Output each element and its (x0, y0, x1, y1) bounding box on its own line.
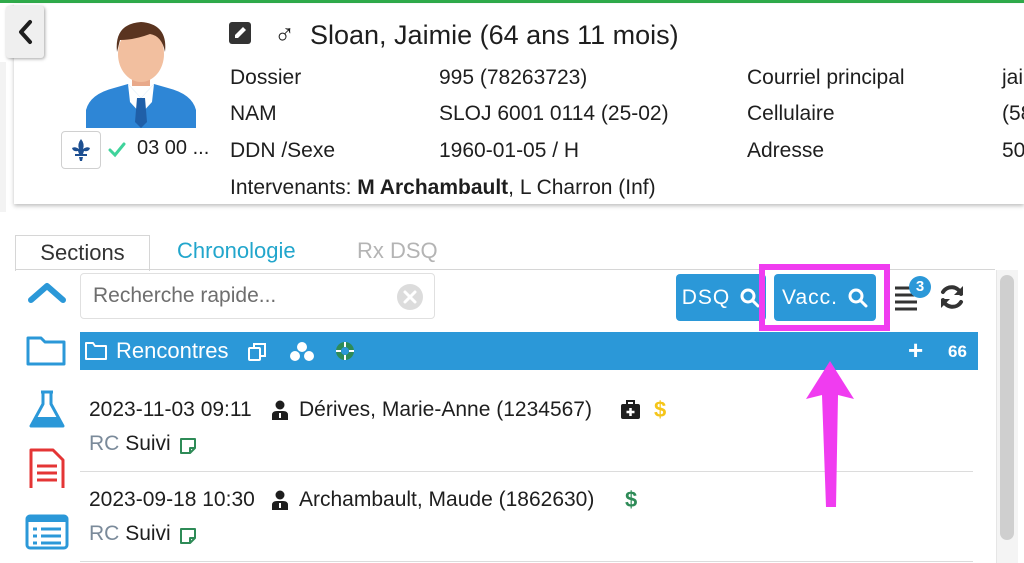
medical-bag-icon (621, 400, 640, 419)
address-label: Adresse (747, 139, 825, 162)
encounter-type: RC Suivi (89, 432, 171, 456)
encounter-type-label: Suivi (125, 522, 171, 545)
refresh-icon[interactable] (938, 283, 966, 311)
vacc-highlight-box (759, 264, 890, 331)
patient-avatar-icon (86, 22, 196, 128)
encounter-type: RC Suivi (89, 522, 171, 546)
intervenants-line: Intervenants: M Archambault, L Charron (… (230, 175, 656, 201)
encounter-rc: RC (89, 432, 120, 455)
patient-name: Sloan, Jaimie (64 ans 11 mois) (310, 20, 679, 50)
document-icon[interactable] (25, 448, 69, 488)
intervenants-others: , L Charron (Inf) (508, 176, 656, 199)
top-status-border (0, 0, 1024, 3)
quebec-fleur-de-lis-badge[interactable] (61, 131, 101, 169)
intervenant-primary: M Archambault (357, 176, 509, 199)
check-icon (108, 142, 126, 158)
quick-search-box (80, 273, 435, 319)
cellphone-value: (581 (1002, 102, 1024, 125)
copy-icon[interactable] (247, 342, 267, 362)
edit-icon[interactable] (228, 21, 252, 45)
email-value: jain (1002, 66, 1024, 89)
ramq-expiry-short: 03 00 ... (137, 137, 210, 159)
annotation-arrow-icon (806, 361, 854, 507)
encounter-provider: Archambault, Maude (1862630) (299, 488, 595, 511)
clear-search-icon[interactable] (395, 282, 425, 312)
billing-dollar-yellow[interactable]: $ (654, 397, 666, 423)
dsq-search-button[interactable]: DSQ (676, 274, 766, 321)
scrollbar-thumb[interactable] (1000, 275, 1014, 540)
email-label: Courriel principal (747, 66, 905, 89)
rencontres-title: Rencontres (116, 338, 229, 363)
lifebuoy-icon[interactable] (335, 341, 355, 361)
chevron-left-icon (19, 20, 32, 44)
billing-dollar-green[interactable]: $ (625, 487, 637, 513)
rencontres-count: 66 (948, 342, 967, 361)
fleur-de-lis-icon (72, 139, 90, 161)
user-doctor-icon (272, 400, 288, 420)
dossier-value: 995 (78263723) (439, 66, 588, 89)
ddn-sex-label: DDN /Sexe (230, 139, 336, 162)
left-rail (0, 62, 6, 212)
folder-icon[interactable] (25, 330, 69, 370)
encounter-provider: Dérives, Marie-Anne (1234567) (299, 398, 592, 421)
chevron-up-icon[interactable] (25, 274, 69, 314)
task-count-badge: 3 (909, 276, 931, 298)
note-icon[interactable] (179, 527, 197, 545)
address-value: 500 (1002, 139, 1024, 162)
patient-header-card: 03 00 ... ♂ Sloan, Jaimie (64 ans 11 moi… (14, 4, 1024, 204)
dsq-button-label: DSQ (681, 285, 731, 309)
group-icon[interactable] (289, 341, 315, 363)
nam-label: NAM (230, 102, 277, 125)
encounter-rc: RC (89, 522, 120, 545)
nam-value: SLOJ 6001 0114 (25-02) (439, 102, 669, 125)
dossier-label: Dossier (230, 66, 302, 89)
intervenants-label: Intervenants: (230, 176, 358, 199)
male-sign-icon: ♂ (274, 19, 295, 50)
add-rencontre-button[interactable]: + (908, 336, 923, 364)
list-icon[interactable] (25, 512, 69, 552)
ddn-sex-value: 1960-01-05 / H (439, 139, 580, 162)
user-doctor-icon (272, 490, 288, 510)
tab-rx-dsq[interactable]: Rx DSQ (357, 238, 438, 264)
encounter-type-label: Suivi (125, 432, 171, 455)
encounter-datetime: 2023-09-18 10:30 (89, 488, 255, 511)
back-button[interactable] (6, 6, 44, 58)
search-icon (740, 288, 760, 307)
folder-open-icon (85, 342, 107, 360)
tab-sections[interactable]: Sections (15, 235, 150, 271)
quick-search-input[interactable] (93, 280, 393, 312)
encounter-datetime: 2023-11-03 09:11 (89, 398, 252, 421)
flask-icon[interactable] (25, 390, 69, 430)
tab-chronologie[interactable]: Chronologie (177, 238, 296, 264)
cellphone-label: Cellulaire (747, 102, 835, 125)
note-icon[interactable] (179, 437, 197, 455)
